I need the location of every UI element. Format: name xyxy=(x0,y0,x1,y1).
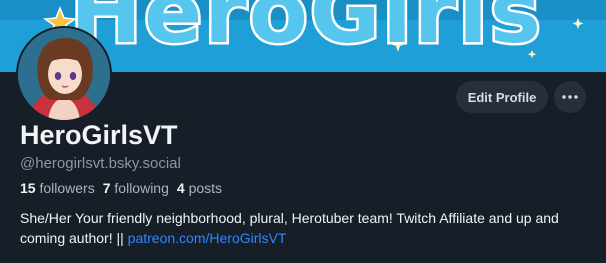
following-link[interactable]: 7 following xyxy=(103,180,169,196)
profile-handle: @herogirlsvt.bsky.social xyxy=(20,155,181,172)
edit-profile-button[interactable]: Edit Profile xyxy=(456,81,548,113)
posts-label: posts xyxy=(188,180,223,196)
display-name: HeroGirlsVT xyxy=(20,120,178,150)
followers-link[interactable]: 15 followers xyxy=(20,180,95,196)
patreon-link[interactable]: patreon.com/HeroGirlsVT xyxy=(128,230,287,246)
anime-girl-avatar-icon xyxy=(18,28,110,120)
more-options-button[interactable] xyxy=(554,81,586,113)
profile-bio: She/Her Your friendly neighborhood, plur… xyxy=(20,208,592,248)
bio-text: She/Her Your friendly neighborhood, plur… xyxy=(20,210,559,246)
posts-count: 4 xyxy=(176,180,185,196)
following-count: 7 xyxy=(102,180,111,196)
avatar[interactable] xyxy=(16,26,112,122)
posts-stat: 4 posts xyxy=(177,180,222,196)
profile-stats: 15 followers 7 following 4 posts xyxy=(20,180,222,196)
followers-label: followers xyxy=(39,180,95,196)
ellipsis-icon xyxy=(562,95,578,99)
banner-title: HeroGirls xyxy=(68,0,544,63)
following-label: following xyxy=(114,180,169,196)
followers-count: 15 xyxy=(20,180,36,196)
